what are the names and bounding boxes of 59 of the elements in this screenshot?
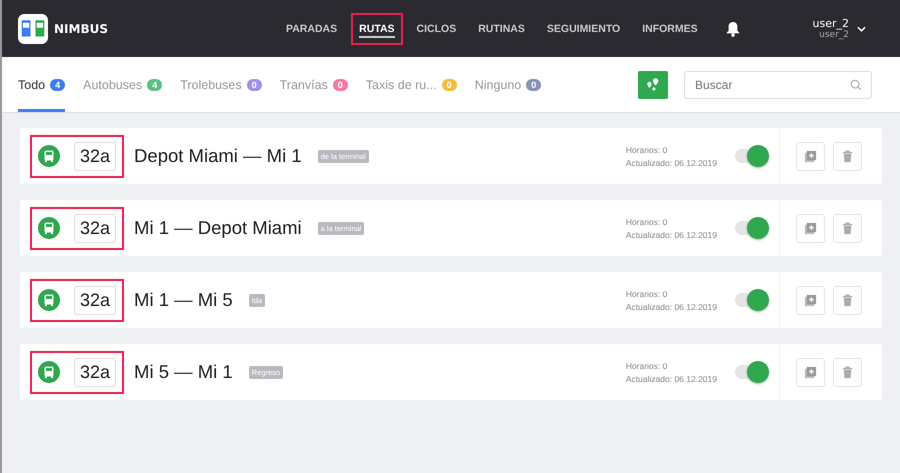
nav-link[interactable]: INFORMES [636, 14, 704, 42]
trash-icon [841, 150, 854, 162]
nav-link[interactable]: PARADAS [280, 14, 344, 42]
count-badge: 0 [332, 78, 348, 90]
route-name: Depot Miami — Mi 1 [134, 145, 302, 167]
search-icon [850, 78, 862, 90]
user-name: user_2 [812, 17, 849, 30]
trash-icon [841, 366, 854, 378]
bus-icon [38, 217, 60, 239]
brand-name: NIMBUS [54, 22, 108, 36]
count-badge: 0 [526, 78, 542, 90]
copy-icon [804, 294, 817, 306]
copy-icon [804, 150, 817, 162]
count-badge: 0 [442, 78, 457, 90]
schedules-count: Horarios: 0 [626, 216, 668, 226]
route-number: 32a [74, 214, 116, 242]
filter-tab[interactable]: Todo 4 [18, 57, 66, 112]
delete-button[interactable] [833, 286, 862, 314]
delete-button[interactable] [833, 214, 862, 242]
schedules-count: Horarios: 0 [626, 360, 668, 370]
updated-date: Actualizado: 06.12.2019 [626, 302, 717, 312]
copy-icon [804, 222, 817, 234]
updated-date: Actualizado: 06.12.2019 [626, 158, 717, 168]
count-badge: 4 [50, 78, 66, 90]
route-number: 32a [74, 358, 116, 386]
count-badge: 4 [147, 78, 162, 90]
add-stop-button[interactable] [638, 70, 668, 98]
schedules-count: Horarios: 0 [626, 288, 668, 298]
route-number: 32a [74, 142, 116, 170]
chevron-down-icon[interactable] [857, 26, 866, 32]
pin-plus-icon [645, 77, 661, 92]
bus-icon [38, 361, 60, 383]
logo-icon [18, 14, 48, 44]
updated-date: Actualizado: 06.12.2019 [626, 374, 717, 384]
schedules-count: Horarios: 0 [626, 144, 668, 154]
count-badge: 0 [246, 78, 262, 90]
nav-link[interactable]: RUTINAS [472, 14, 531, 42]
copy-button[interactable] [796, 142, 825, 170]
route-name: Mi 1 — Depot Miami [134, 217, 302, 239]
delete-button[interactable] [833, 142, 862, 170]
delete-button[interactable] [833, 358, 862, 386]
search-field[interactable]: Buscar [684, 70, 872, 98]
nav-link[interactable]: CICLOS [410, 14, 462, 42]
route-name: Mi 1 — Mi 5 [134, 289, 233, 311]
nav-link[interactable]: SEGUIMIENTO [540, 14, 626, 42]
copy-icon [804, 366, 817, 378]
copy-button[interactable] [796, 358, 825, 386]
route-number: 32a [74, 286, 116, 314]
bus-icon [38, 145, 60, 167]
user-login: user_2 [819, 30, 849, 40]
copy-button[interactable] [796, 214, 825, 242]
route-name: Mi 5 — Mi 1 [134, 361, 233, 383]
updated-date: Actualizado: 06.12.2019 [626, 230, 717, 240]
trash-icon [841, 294, 854, 306]
copy-button[interactable] [796, 286, 825, 314]
bell-icon[interactable] [726, 20, 740, 36]
trash-icon [841, 222, 854, 234]
nav-link[interactable]: RUTAS [353, 14, 401, 42]
bus-icon [38, 289, 60, 311]
